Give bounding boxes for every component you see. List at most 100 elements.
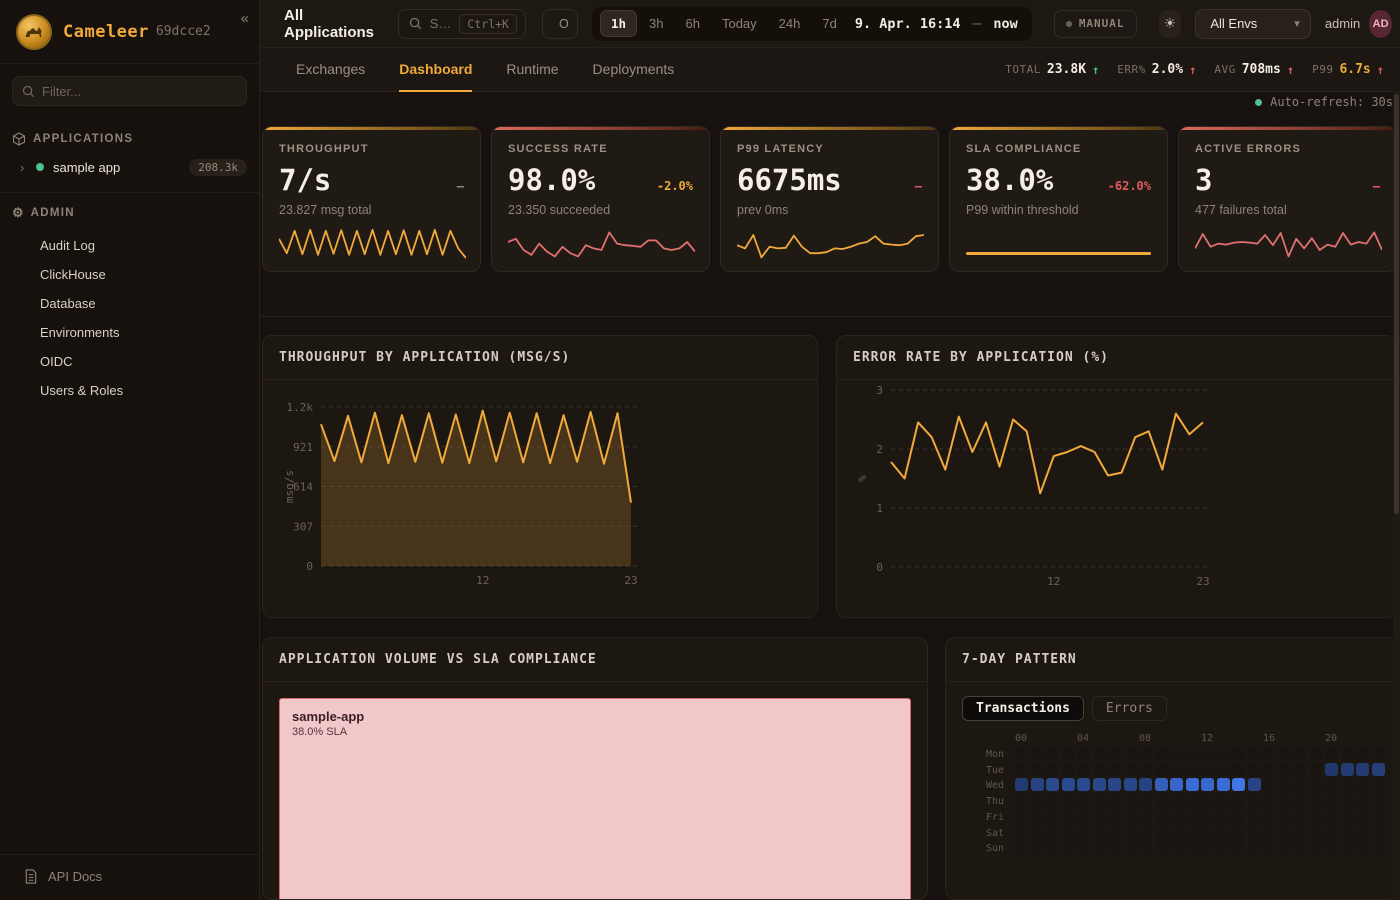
heatmap-cell[interactable] bbox=[1201, 794, 1214, 807]
heatmap-cell[interactable] bbox=[1155, 810, 1168, 823]
tab-runtime[interactable]: Runtime bbox=[506, 48, 558, 92]
heatmap-cell[interactable] bbox=[1108, 810, 1121, 823]
heatmap-cell[interactable] bbox=[1186, 841, 1199, 854]
heatmap-cell[interactable] bbox=[1248, 794, 1261, 807]
heatmap-cell[interactable] bbox=[1232, 763, 1245, 776]
pattern-toggle-transactions[interactable]: Transactions bbox=[962, 696, 1084, 721]
heatmap-cell[interactable] bbox=[1077, 747, 1090, 760]
heatmap-cell[interactable] bbox=[1372, 747, 1385, 760]
error-rate-chart[interactable]: 32101223% bbox=[837, 380, 1396, 617]
heatmap-cell[interactable] bbox=[1139, 747, 1152, 760]
sidebar-filter[interactable] bbox=[12, 76, 247, 106]
heatmap-cell[interactable] bbox=[1124, 810, 1137, 823]
kpi-card-active-errors[interactable]: ACTIVE ERRORS3–477 failures total bbox=[1178, 126, 1397, 272]
heatmap-cell[interactable] bbox=[1310, 841, 1323, 854]
heatmap-cell[interactable] bbox=[1356, 841, 1369, 854]
range-button-7d[interactable]: 7d bbox=[812, 11, 846, 36]
heatmap-cell[interactable] bbox=[1372, 826, 1385, 839]
heatmap-cell[interactable] bbox=[1031, 826, 1044, 839]
heatmap-cell[interactable] bbox=[1170, 778, 1183, 791]
heatmap-cell[interactable] bbox=[1341, 841, 1354, 854]
heatmap-cell[interactable] bbox=[1201, 841, 1214, 854]
heatmap-cell[interactable] bbox=[1093, 810, 1106, 823]
sidebar-item-oidc[interactable]: OIDC bbox=[0, 347, 259, 376]
heatmap-cell[interactable] bbox=[1046, 763, 1059, 776]
heatmap-cell[interactable] bbox=[1201, 810, 1214, 823]
heatmap-cell[interactable] bbox=[1341, 826, 1354, 839]
heatmap-cell[interactable] bbox=[1279, 810, 1292, 823]
vertical-scrollbar[interactable] bbox=[1393, 92, 1400, 900]
heatmap-cell[interactable] bbox=[1263, 778, 1276, 791]
heatmap-cell[interactable] bbox=[1077, 810, 1090, 823]
range-button-6h[interactable]: 6h bbox=[676, 11, 710, 36]
heatmap-cell[interactable] bbox=[1108, 763, 1121, 776]
heatmap-cell[interactable] bbox=[1294, 747, 1307, 760]
heatmap-cell[interactable] bbox=[1356, 747, 1369, 760]
heatmap-cell[interactable] bbox=[1248, 763, 1261, 776]
heatmap-cell[interactable] bbox=[1124, 747, 1137, 760]
heatmap-cell[interactable] bbox=[1062, 747, 1075, 760]
heatmap-cell[interactable] bbox=[1170, 810, 1183, 823]
kpi-card-p99-latency[interactable]: P99 LATENCY6675ms–prev 0ms bbox=[720, 126, 939, 272]
heatmap-cell[interactable] bbox=[1325, 763, 1338, 776]
heatmap-cell[interactable] bbox=[1248, 747, 1261, 760]
heatmap-cell[interactable] bbox=[1310, 810, 1323, 823]
heatmap-cell[interactable] bbox=[1217, 810, 1230, 823]
heatmap-cell[interactable] bbox=[1217, 778, 1230, 791]
heatmap-cell[interactable] bbox=[1201, 763, 1214, 776]
sidebar-item-audit-log[interactable]: Audit Log bbox=[0, 231, 259, 260]
global-search-button[interactable]: S… Ctrl+K bbox=[398, 9, 526, 39]
heatmap-cell[interactable] bbox=[1170, 763, 1183, 776]
heatmap-cell[interactable] bbox=[1108, 778, 1121, 791]
heatmap-cell[interactable] bbox=[1170, 747, 1183, 760]
connection-status-button[interactable]: O bbox=[542, 9, 578, 39]
heatmap-cell[interactable] bbox=[1232, 794, 1245, 807]
heatmap-cell[interactable] bbox=[1294, 763, 1307, 776]
chevron-right-icon[interactable]: › bbox=[20, 160, 36, 175]
theme-toggle-button[interactable]: ☀ bbox=[1159, 10, 1182, 38]
range-button-24h[interactable]: 24h bbox=[769, 11, 811, 36]
kpi-card-throughput[interactable]: THROUGHPUT7/s–23.827 msg total bbox=[262, 126, 481, 272]
heatmap-cell[interactable] bbox=[1217, 841, 1230, 854]
heatmap-cell[interactable] bbox=[1341, 794, 1354, 807]
heatmap-cell[interactable] bbox=[1310, 763, 1323, 776]
heatmap-cell[interactable] bbox=[1046, 778, 1059, 791]
heatmap-cell[interactable] bbox=[1294, 794, 1307, 807]
heatmap-cell[interactable] bbox=[1155, 841, 1168, 854]
heatmap-cell[interactable] bbox=[1046, 826, 1059, 839]
sidebar-item-database[interactable]: Database bbox=[0, 289, 259, 318]
heatmap-cell[interactable] bbox=[1263, 794, 1276, 807]
heatmap-cell[interactable] bbox=[1217, 826, 1230, 839]
heatmap-cell[interactable] bbox=[1341, 763, 1354, 776]
heatmap-cell[interactable] bbox=[1201, 747, 1214, 760]
heatmap-cell[interactable] bbox=[1077, 826, 1090, 839]
heatmap-cell[interactable] bbox=[1062, 841, 1075, 854]
heatmap-cell[interactable] bbox=[1062, 778, 1075, 791]
heatmap-cell[interactable] bbox=[1248, 841, 1261, 854]
manual-mode-button[interactable]: MANUAL bbox=[1054, 10, 1137, 38]
heatmap-cell[interactable] bbox=[1372, 841, 1385, 854]
heatmap-cell[interactable] bbox=[1062, 763, 1075, 776]
kpi-card-success-rate[interactable]: SUCCESS RATE98.0%-2.0%23.350 succeeded bbox=[491, 126, 710, 272]
time-from[interactable]: 9. Apr. 16:14 bbox=[849, 16, 967, 32]
heatmap-cell[interactable] bbox=[1124, 841, 1137, 854]
tab-dashboard[interactable]: Dashboard bbox=[399, 48, 472, 92]
heatmap-cell[interactable] bbox=[1077, 794, 1090, 807]
heatmap-cell[interactable] bbox=[1217, 794, 1230, 807]
heatmap-cell[interactable] bbox=[1356, 810, 1369, 823]
heatmap-cell[interactable] bbox=[1201, 826, 1214, 839]
heatmap-cell[interactable] bbox=[1248, 826, 1261, 839]
heatmap-cell[interactable] bbox=[1356, 778, 1369, 791]
heatmap-cell[interactable] bbox=[1279, 778, 1292, 791]
kpi-card-sla-compliance[interactable]: SLA COMPLIANCE38.0%-62.0%P99 within thre… bbox=[949, 126, 1168, 272]
heatmap-cell[interactable] bbox=[1232, 810, 1245, 823]
heatmap-cell[interactable] bbox=[1356, 826, 1369, 839]
heatmap-cell[interactable] bbox=[1139, 763, 1152, 776]
heatmap-cell[interactable] bbox=[1139, 826, 1152, 839]
heatmap-cell[interactable] bbox=[1031, 747, 1044, 760]
heatmap-cell[interactable] bbox=[1372, 763, 1385, 776]
range-button-3h[interactable]: 3h bbox=[639, 11, 673, 36]
heatmap-cell[interactable] bbox=[1062, 794, 1075, 807]
heatmap-cell[interactable] bbox=[1372, 778, 1385, 791]
heatmap-cell[interactable] bbox=[1015, 747, 1028, 760]
